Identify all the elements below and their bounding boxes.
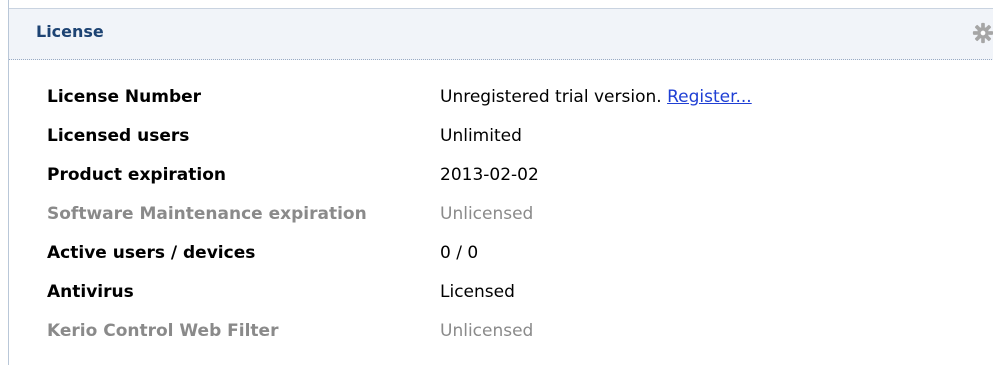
register-link[interactable]: Register...	[667, 87, 752, 107]
license-panel: License License Number Unregistered tria…	[8, 0, 993, 365]
active-users-label: Active users / devices	[47, 243, 256, 263]
license-number-value: Unregistered trial version. Register...	[440, 82, 752, 112]
gear-icon[interactable]	[972, 22, 993, 44]
licensed-users-label: Licensed users	[47, 126, 190, 146]
product-expiration-value: 2013-02-02	[440, 165, 539, 185]
web-filter-value: Unlicensed	[440, 321, 534, 341]
antivirus-label: Antivirus	[47, 282, 134, 302]
panel-title: License	[36, 22, 104, 41]
row-product-expiration: Product expiration 2013-02-02	[47, 160, 987, 199]
antivirus-value: Licensed	[440, 282, 515, 302]
row-active-users: Active users / devices 0 / 0	[47, 238, 987, 277]
row-software-maintenance: Software Maintenance expiration Unlicens…	[47, 199, 987, 238]
row-license-number: License Number Unregistered trial versio…	[47, 82, 987, 121]
software-maintenance-value: Unlicensed	[440, 204, 534, 224]
license-details: License Number Unregistered trial versio…	[47, 82, 987, 355]
software-maintenance-label: Software Maintenance expiration	[47, 204, 367, 224]
panel-header: License	[9, 8, 993, 60]
row-licensed-users: Licensed users Unlimited	[47, 121, 987, 160]
product-expiration-label: Product expiration	[47, 165, 226, 185]
row-antivirus: Antivirus Licensed	[47, 277, 987, 316]
license-number-text: Unregistered trial version.	[440, 87, 662, 107]
active-users-value: 0 / 0	[440, 243, 479, 263]
licensed-users-value: Unlimited	[440, 126, 522, 146]
row-web-filter: Kerio Control Web Filter Unlicensed	[47, 316, 987, 355]
license-number-label: License Number	[47, 87, 202, 107]
web-filter-label: Kerio Control Web Filter	[47, 321, 279, 341]
